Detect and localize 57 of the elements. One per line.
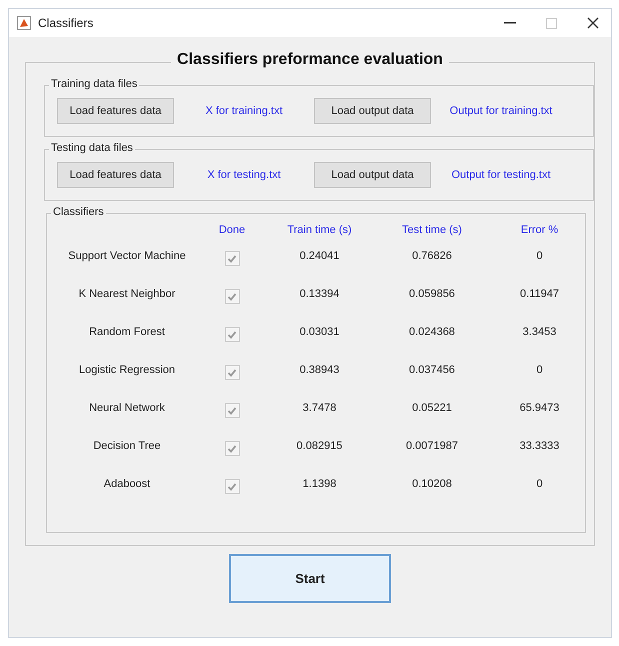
check-icon: [227, 482, 237, 492]
group-title: Training data files: [49, 78, 140, 90]
table-cell-text: 0.76826: [411, 250, 453, 264]
table-cell-text: 0.037456: [408, 364, 456, 378]
table-cell-text: 3.3453: [522, 326, 558, 340]
table-cell-text: 0.082915: [296, 440, 344, 454]
load-output-button[interactable]: Load output data: [314, 98, 431, 124]
column-header: Test time (s): [401, 224, 463, 238]
file-name: X for testing.txt: [206, 169, 282, 181]
table-cell-text: 0.059856: [408, 288, 456, 302]
table-cell-text: 1.1398: [302, 478, 338, 492]
group-title: Classifiers: [51, 206, 106, 218]
start-button[interactable]: Start: [229, 554, 391, 603]
classifier-name: Adaboost: [102, 478, 152, 492]
column-header: Train time (s): [286, 224, 353, 238]
table-cell-text: 0.03031: [298, 326, 340, 340]
column-header: Done: [218, 224, 246, 238]
window-title: Classifiers: [38, 16, 94, 30]
classifier-name: Support Vector Machine: [67, 250, 187, 264]
table-cell-text: 0: [535, 250, 544, 264]
table-cell-text: 0: [535, 478, 544, 492]
group-title: Testing data files: [49, 142, 135, 154]
table-cell-text: 0.11947: [519, 288, 560, 302]
app-icon: [17, 16, 31, 30]
check-icon: [227, 444, 237, 454]
table-cell-text: 0.24041: [298, 250, 340, 264]
check-icon: [227, 330, 237, 340]
table-cell-text: 0.024368: [408, 326, 456, 340]
file-name: X for training.txt: [204, 105, 284, 117]
table-cell-text: 0.38943: [298, 364, 340, 378]
check-icon: [227, 254, 237, 264]
classifier-name: Neural Network: [88, 402, 166, 416]
file-name: Output for training.txt: [448, 105, 554, 117]
classifier-name: Random Forest: [88, 326, 166, 340]
maximize-icon[interactable]: [546, 18, 557, 28]
classifier-name: Logistic Regression: [78, 364, 176, 378]
panel-title: Classifiers preformance evaluation: [171, 51, 449, 69]
check-icon: [227, 406, 237, 416]
classifier-name: K Nearest Neighbor: [78, 288, 176, 302]
load-features-button[interactable]: Load features data: [57, 98, 174, 124]
check-icon: [227, 368, 237, 378]
table-cell-text: 0.0071987: [405, 440, 459, 454]
column-header: Error %: [520, 224, 560, 238]
table-cell-text: 0.13394: [298, 288, 340, 302]
load-output-button[interactable]: Load output data: [314, 162, 431, 188]
table-cell-text: 0: [535, 364, 544, 378]
minimize-icon[interactable]: [504, 22, 516, 24]
load-features-button[interactable]: Load features data: [57, 162, 174, 188]
file-name: Output for testing.txt: [450, 169, 552, 181]
table-cell-text: 33.3333: [518, 440, 560, 454]
close-icon[interactable]: [587, 17, 599, 29]
classifier-name: Decision Tree: [92, 440, 162, 454]
table-cell-text: 0.10208: [411, 478, 453, 492]
table-cell-text: 0.05221: [411, 402, 453, 416]
table-cell-text: 3.7478: [302, 402, 338, 416]
check-icon: [227, 292, 237, 302]
table-cell-text: 65.9473: [518, 402, 560, 416]
